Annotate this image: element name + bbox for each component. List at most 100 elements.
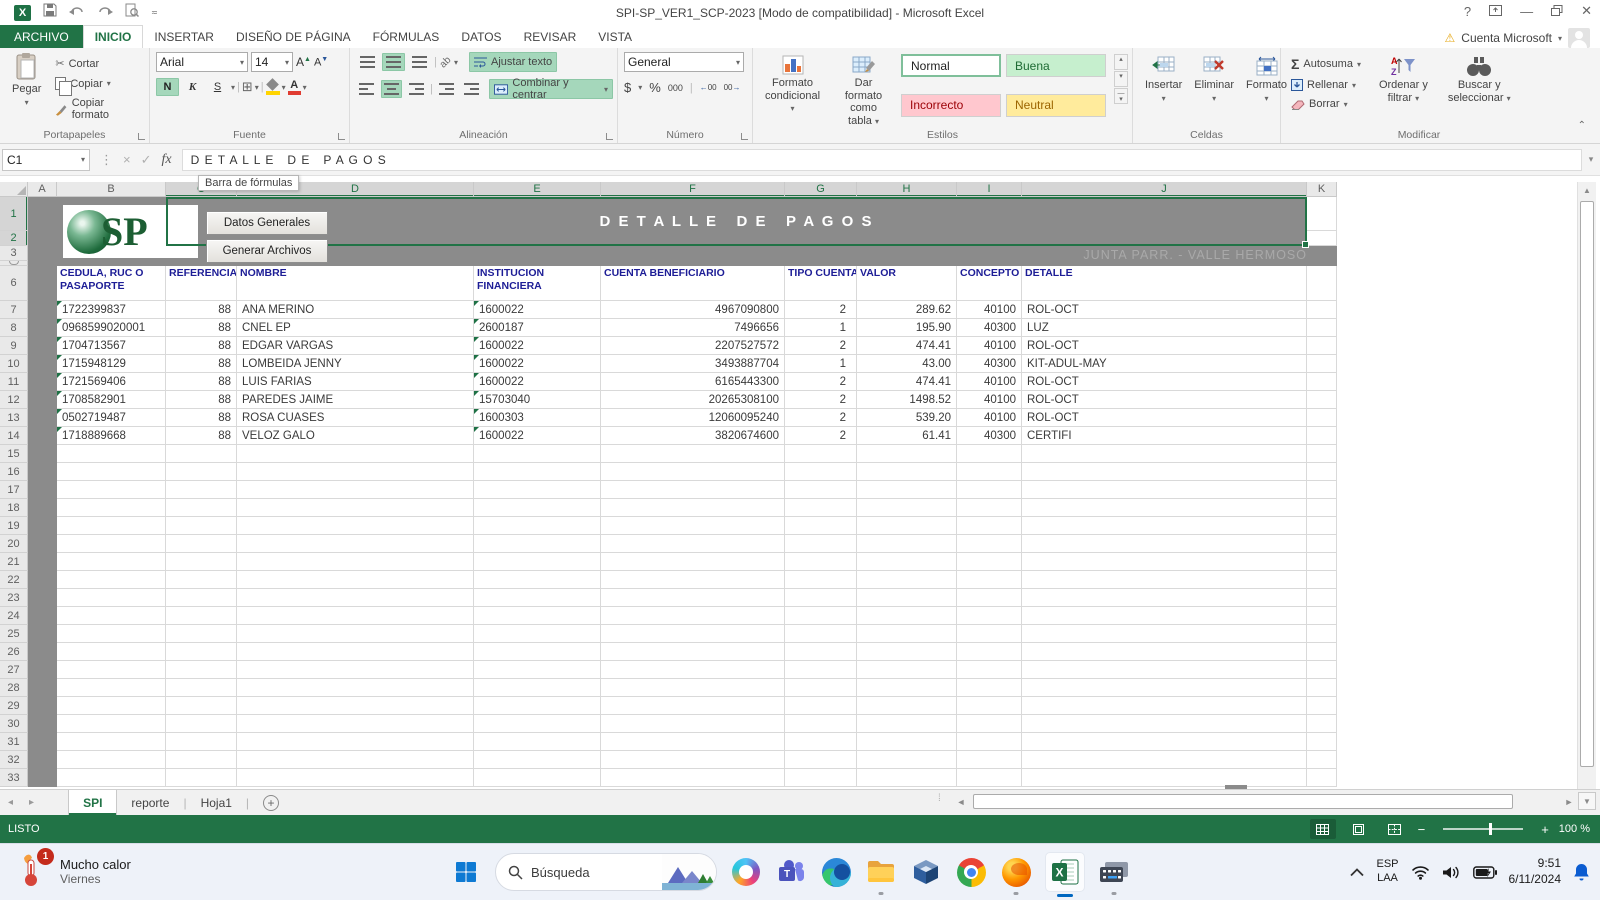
cell-referencia[interactable]: 88 [166, 391, 237, 409]
search-highlight-image[interactable] [662, 853, 716, 891]
tab-insertar[interactable]: INSERTAR [143, 25, 225, 48]
empty-row[interactable]: 33 [0, 769, 1577, 787]
cell-nombre[interactable]: VELOZ GALO [237, 427, 474, 445]
dialog-launcher-icon[interactable] [606, 133, 613, 140]
cell-cuenta[interactable]: 6165443300 [601, 373, 785, 391]
align-bottom-icon[interactable] [408, 53, 431, 71]
empty-row[interactable]: 24 [0, 607, 1577, 625]
cell-cedula[interactable]: 1721569406 [57, 373, 166, 391]
paste-button[interactable]: Pegar▾ [6, 52, 47, 123]
cell-nombre[interactable]: EDGAR VARGAS [237, 337, 474, 355]
zoom-out-icon[interactable]: − [1418, 822, 1426, 837]
excel-taskbar-icon[interactable]: X [1045, 852, 1085, 892]
row-header[interactable]: 12 [0, 391, 28, 409]
tab-splitter-handle[interactable]: ⁞ [938, 793, 941, 804]
cell-style-buena[interactable]: Buena [1006, 54, 1106, 77]
cell-referencia[interactable]: 88 [166, 301, 237, 319]
confirm-entry-icon[interactable]: ✓ [141, 152, 152, 168]
table-row[interactable]: 12 1708582901 88 PAREDES JAIME 15703040 … [0, 391, 1577, 409]
scroll-left-icon[interactable]: ◄ [952, 797, 970, 807]
copilot-icon[interactable] [730, 856, 762, 888]
search-input[interactable]: Búsqueda [495, 853, 717, 891]
cell-valor[interactable]: 474.41 [857, 373, 957, 391]
cell-detalle[interactable]: ROL-OCT [1022, 391, 1307, 409]
close-icon[interactable]: ✕ [1581, 3, 1592, 19]
bold-button[interactable]: N [156, 78, 179, 96]
cell-cuenta[interactable]: 20265308100 [601, 391, 785, 409]
cell-tipo[interactable]: 2 [785, 337, 857, 355]
cell-valor[interactable]: 43.00 [857, 355, 957, 373]
cell-institucion[interactable]: 1600022 [474, 301, 601, 319]
column-header[interactable]: I [957, 182, 1022, 197]
grow-font-icon[interactable]: A▲ [296, 55, 311, 69]
autosum-button[interactable]: ΣAutosuma▾ [1287, 54, 1365, 74]
col-header-valor[interactable]: VALOR [857, 266, 957, 301]
row-header[interactable]: 27 [0, 661, 28, 679]
cell-valor[interactable]: 474.41 [857, 337, 957, 355]
cell-concepto[interactable]: 40300 [957, 355, 1022, 373]
col-header-cuenta[interactable]: CUENTA BENEFICIARIO [601, 266, 785, 301]
cell-style-normal[interactable]: Normal [901, 54, 1001, 77]
row-header[interactable]: 17 [0, 481, 28, 499]
table-row[interactable]: 13 0502719487 88 ROSA CUASES 1600303 120… [0, 409, 1577, 427]
row-header[interactable]: 8 [0, 319, 28, 337]
align-left-icon[interactable] [356, 80, 378, 98]
dialog-launcher-icon[interactable] [741, 133, 748, 140]
firefox-icon[interactable] [1000, 856, 1032, 888]
row-header[interactable]: 18 [0, 499, 28, 517]
column-header[interactable]: E [474, 182, 601, 197]
row-header[interactable]: 2 [0, 231, 28, 246]
cell-style-incorrecto[interactable]: Incorrecto [901, 94, 1001, 117]
cell-detalle[interactable]: ROL-OCT [1022, 337, 1307, 355]
merge-center-button[interactable]: Combinar y centrar▾ [489, 79, 613, 99]
minimize-icon[interactable]: — [1520, 4, 1533, 19]
row-header[interactable]: 32 [0, 751, 28, 769]
font-size-select[interactable]: 14▾ [251, 52, 293, 72]
cell-detalle[interactable]: ROL-OCT [1022, 373, 1307, 391]
cell-cuenta[interactable]: 4967090800 [601, 301, 785, 319]
row-header[interactable]: 25 [0, 625, 28, 643]
start-button[interactable] [450, 856, 482, 888]
fill-button[interactable]: Rellenar▾ [1287, 77, 1365, 93]
cell-institucion[interactable]: 1600303 [474, 409, 601, 427]
increase-indent-icon[interactable] [461, 80, 483, 98]
row-header[interactable]: 14 [0, 427, 28, 445]
collapse-ribbon-icon[interactable]: ⌃ [1578, 120, 1586, 131]
cell-valor[interactable]: 289.62 [857, 301, 957, 319]
cell-cedula[interactable]: 1708582901 [57, 391, 166, 409]
empty-row[interactable]: 25 [0, 625, 1577, 643]
tab-vista[interactable]: VISTA [587, 25, 643, 48]
cell-concepto[interactable]: 40100 [957, 337, 1022, 355]
wrap-text-button[interactable]: Ajustar texto [469, 52, 557, 72]
add-sheet-icon[interactable]: + [263, 795, 279, 811]
shrink-font-icon[interactable]: A▼ [314, 56, 328, 69]
account-label[interactable]: Cuenta Microsoft [1461, 31, 1552, 45]
row-header[interactable]: 20 [0, 535, 28, 553]
gallery-down-icon[interactable]: ▾ [1114, 71, 1128, 87]
column-header[interactable]: K [1307, 182, 1337, 197]
cancel-entry-icon[interactable]: × [123, 152, 131, 167]
zoom-level[interactable]: 100 % [1559, 823, 1590, 835]
cell-valor[interactable]: 61.41 [857, 427, 957, 445]
align-top-icon[interactable] [356, 53, 379, 71]
cell-cuenta[interactable]: 3493887704 [601, 355, 785, 373]
gallery-up-icon[interactable]: ▴ [1114, 54, 1128, 70]
scroll-up-icon[interactable]: ▲ [1578, 182, 1596, 199]
chrome-icon[interactable] [955, 856, 987, 888]
row-header[interactable]: 1 [0, 197, 28, 231]
cell-cuenta[interactable]: 7496656 [601, 319, 785, 337]
zoom-slider[interactable] [1443, 828, 1523, 830]
row-header[interactable]: 30 [0, 715, 28, 733]
cut-button[interactable]: ✂Cortar [51, 55, 145, 72]
row-header[interactable]: 31 [0, 733, 28, 751]
table-row[interactable]: 8 0968599020001 88 CNEL EP 2600187 74966… [0, 319, 1577, 337]
row-header[interactable]: 29 [0, 697, 28, 715]
formula-input[interactable]: D E T A L L E D E P A G O S [182, 149, 1582, 171]
tab-formulas[interactable]: FÓRMULAS [362, 25, 451, 48]
col-header-nombre[interactable]: NOMBRE [237, 266, 474, 301]
row-header[interactable]: 13 [0, 409, 28, 427]
cell-cedula[interactable]: 0968599020001 [57, 319, 166, 337]
touch-keyboard-icon[interactable] [1098, 856, 1130, 888]
name-box[interactable]: C1▾ [2, 149, 90, 171]
row-header[interactable]: 33 [0, 769, 28, 787]
